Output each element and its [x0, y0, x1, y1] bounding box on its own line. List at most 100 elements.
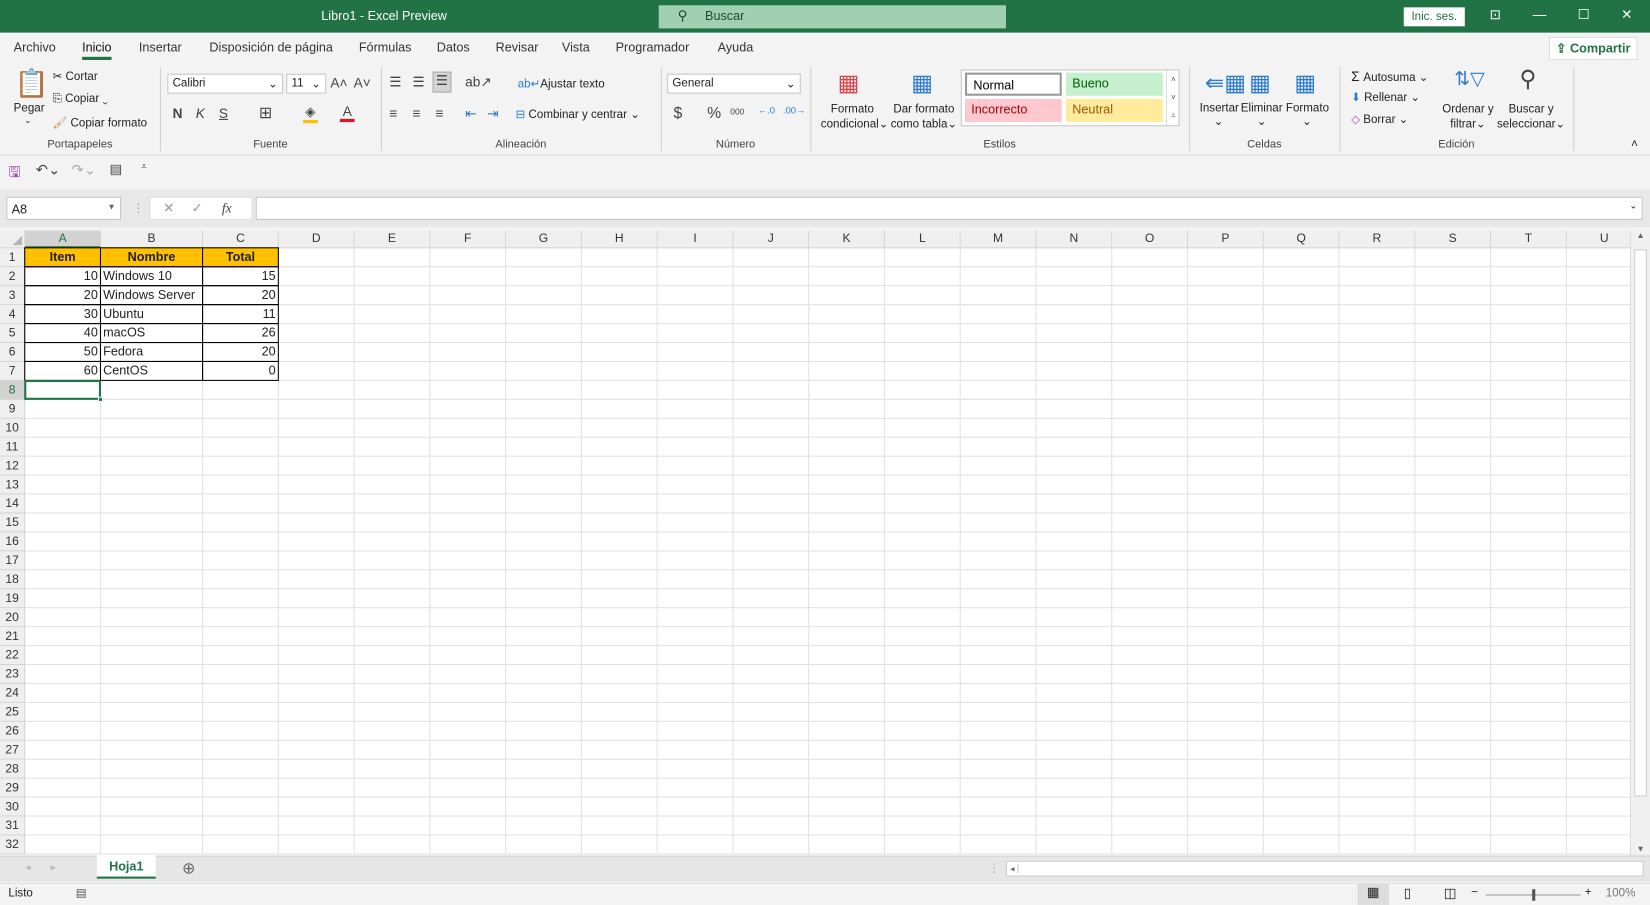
cell-E22[interactable] [354, 646, 431, 666]
cell-C4[interactable]: 11 [202, 304, 279, 325]
cell-P13[interactable] [1188, 475, 1264, 495]
cell-E9[interactable] [354, 399, 431, 419]
cell-L22[interactable] [884, 646, 961, 666]
currency-button[interactable]: $ [673, 104, 682, 122]
delete-cells-icon[interactable]: ▦ [1249, 69, 1271, 96]
cell-B8[interactable] [101, 380, 204, 400]
cell-U5[interactable] [1566, 324, 1631, 344]
cell-P12[interactable] [1188, 456, 1264, 476]
row-header-26[interactable]: 26 [0, 721, 26, 741]
cell-B4[interactable]: Ubuntu [99, 304, 204, 325]
cell-T20[interactable] [1491, 608, 1567, 628]
cell-P20[interactable] [1188, 608, 1264, 628]
cell-D26[interactable] [278, 721, 355, 741]
cell-L25[interactable] [884, 702, 961, 722]
cell-U12[interactable] [1566, 457, 1631, 476]
cell-B24[interactable] [101, 683, 204, 703]
cell-M16[interactable] [960, 532, 1037, 552]
cell-Q3[interactable] [1263, 286, 1340, 306]
cell-K9[interactable] [809, 399, 885, 419]
cell-M12[interactable] [960, 456, 1037, 476]
cell-R30[interactable] [1339, 797, 1416, 817]
font-color-icon[interactable]: A [339, 103, 355, 123]
cell-A17[interactable] [25, 551, 102, 571]
search-box[interactable]: ⚲ Buscar [658, 5, 1006, 29]
cell-B21[interactable] [101, 627, 204, 647]
cell-E27[interactable] [354, 740, 431, 760]
select-all-button[interactable] [0, 230, 26, 249]
column-header-M[interactable]: M [960, 230, 1037, 249]
percent-button[interactable]: % [707, 104, 721, 122]
paste-chevron-icon[interactable]: ⌄ [24, 116, 31, 125]
cell-P27[interactable] [1188, 740, 1264, 760]
cell-J1[interactable] [733, 248, 810, 268]
bold-button[interactable]: N [173, 105, 183, 121]
cell-O20[interactable] [1112, 608, 1189, 628]
cell-K21[interactable] [809, 627, 885, 647]
cell-C18[interactable] [203, 570, 279, 590]
cell-E17[interactable] [354, 551, 431, 571]
cell-A16[interactable] [25, 532, 102, 552]
column-header-I[interactable]: I [657, 230, 734, 249]
row-header-5[interactable]: 5 [0, 324, 26, 344]
row-header-12[interactable]: 12 [0, 456, 26, 476]
tab-fórmulas[interactable]: Fórmulas [359, 40, 412, 55]
column-header-P[interactable]: P [1188, 230, 1264, 249]
cell-F28[interactable] [430, 759, 507, 779]
cell-C32[interactable] [203, 835, 279, 855]
cell-F7[interactable] [430, 361, 507, 381]
cell-U11[interactable] [1566, 438, 1631, 457]
cell-F1[interactable] [430, 248, 507, 268]
cell-N11[interactable] [1036, 437, 1113, 457]
cell-N32[interactable] [1036, 835, 1113, 855]
cell-N1[interactable] [1036, 248, 1113, 268]
tab-programador[interactable]: Programador [616, 40, 690, 55]
cell-M1[interactable] [960, 248, 1037, 268]
cell-J32[interactable] [733, 835, 810, 855]
cell-E28[interactable] [354, 759, 431, 779]
customize-qat-icon[interactable]: ⩡ [141, 161, 147, 173]
column-header-F[interactable]: F [430, 230, 507, 249]
row-header-20[interactable]: 20 [0, 608, 26, 628]
decrease-indent-icon[interactable]: ⇤ [465, 105, 476, 122]
cell-R15[interactable] [1339, 513, 1416, 533]
cell-J13[interactable] [733, 475, 810, 495]
cell-R1[interactable] [1339, 248, 1416, 268]
cell-F5[interactable] [430, 324, 507, 344]
cell-U25[interactable] [1566, 703, 1631, 722]
cell-K12[interactable] [809, 456, 885, 476]
cell-O30[interactable] [1112, 797, 1189, 817]
cell-H14[interactable] [581, 494, 658, 514]
cell-A1[interactable]: Item [24, 247, 102, 268]
cell-N26[interactable] [1036, 721, 1113, 741]
cell-G17[interactable] [506, 551, 582, 571]
cell-U28[interactable] [1566, 760, 1631, 779]
cell-Q12[interactable] [1263, 456, 1340, 476]
row-header-24[interactable]: 24 [0, 683, 26, 703]
cell-M4[interactable] [960, 305, 1037, 325]
cell-Q22[interactable] [1263, 646, 1340, 666]
cell-G18[interactable] [506, 570, 582, 590]
cell-I13[interactable] [657, 475, 734, 495]
cell-K14[interactable] [809, 494, 885, 514]
cell-M30[interactable] [960, 797, 1037, 817]
font-name-select[interactable]: Calibri ⌄ [167, 73, 284, 94]
cell-I16[interactable] [657, 532, 734, 552]
cell-C24[interactable] [203, 683, 279, 703]
row-header-30[interactable]: 30 [0, 797, 26, 817]
tab-datos[interactable]: Datos [437, 40, 470, 55]
wrap-text-button[interactable]: ab↵Ajustar texto [518, 77, 605, 91]
cell-T27[interactable] [1491, 740, 1567, 760]
cell-T15[interactable] [1491, 513, 1567, 533]
cell-B14[interactable] [101, 494, 204, 514]
cell-M6[interactable] [960, 343, 1037, 362]
cell-S27[interactable] [1415, 740, 1492, 760]
cell-U24[interactable] [1566, 684, 1631, 703]
cell-G11[interactable] [506, 437, 582, 457]
collapse-ribbon-icon[interactable]: ˄ [1631, 138, 1638, 151]
cell-E10[interactable] [354, 418, 431, 438]
cell-N24[interactable] [1036, 683, 1113, 703]
insert-button[interactable]: Insertar ⌄ [1200, 102, 1239, 128]
font-size-select[interactable]: 11 ⌄ [286, 73, 327, 94]
cell-S7[interactable] [1415, 361, 1492, 381]
